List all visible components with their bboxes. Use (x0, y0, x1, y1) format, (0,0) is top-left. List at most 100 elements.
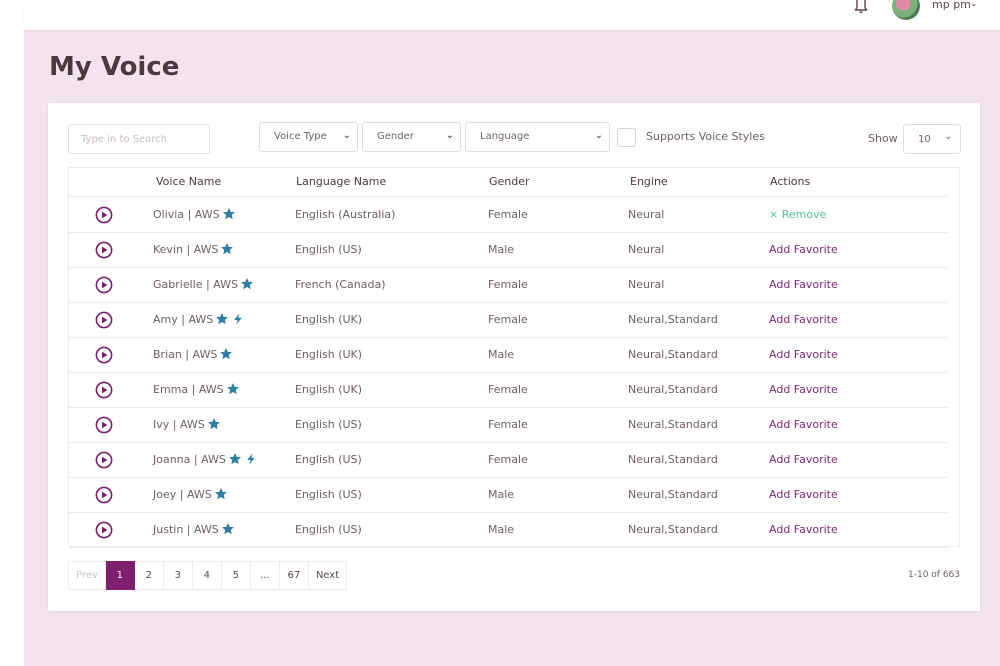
pagination: Prev 1 2 3 4 5... 67 Next (68, 561, 348, 590)
engine-cell: Neural,Standard (628, 523, 718, 536)
add-favorite-link[interactable]: Add Favorite (769, 313, 838, 326)
user-name[interactable]: mp pm (932, 0, 971, 11)
add-favorite-link[interactable]: Add Favorite (769, 348, 838, 361)
play-circle-icon[interactable] (95, 276, 113, 294)
lightning-icon (232, 313, 244, 325)
voice-name: Ivy | AWS (153, 418, 205, 431)
engine-cell: Neural,Standard (628, 488, 718, 501)
play-circle-icon[interactable] (95, 311, 113, 329)
header-engine[interactable]: Engine (630, 175, 668, 188)
lightning-icon (245, 453, 257, 465)
bell-icon[interactable] (852, 0, 870, 14)
page-2-button[interactable]: 2 (134, 561, 164, 590)
voice-name-cell: Justin | AWS (153, 523, 234, 536)
language-cell: English (US) (295, 488, 362, 501)
page-67-button[interactable]: 67 (279, 561, 309, 590)
gender-cell: Female (488, 453, 528, 466)
voice-name: Brian | AWS (153, 348, 218, 361)
language-cell: English (UK) (295, 313, 363, 326)
page-1-button[interactable]: 1 (105, 561, 135, 590)
gender-select[interactable]: Gender ⌄ (362, 122, 461, 152)
add-favorite-link[interactable]: Add Favorite (769, 383, 838, 396)
voice-name: Kevin | AWS (153, 243, 219, 256)
page-3-button[interactable]: 3 (163, 561, 193, 590)
engine-cell: Neural (628, 208, 665, 221)
add-favorite-link[interactable]: Add Favorite (769, 523, 838, 536)
play-circle-icon[interactable] (95, 241, 113, 259)
page-size-select[interactable]: 10 ⌄ (903, 124, 961, 154)
add-favorite-link[interactable]: Add Favorite (769, 243, 838, 256)
table-row: Gabrielle | AWS French (Canada) Female Neur… (69, 268, 947, 303)
voice-name-cell: Joey | AWS (153, 488, 227, 501)
star-icon (226, 383, 239, 395)
play-circle-icon[interactable] (95, 486, 113, 504)
header-actions: Actions (770, 175, 811, 188)
add-favorite-link[interactable]: Add Favorite (769, 278, 838, 291)
page-ellipsis: ... (250, 561, 280, 590)
voice-table: Voice Name Language Name Gender Engine A… (68, 167, 960, 548)
play-circle-icon[interactable] (95, 381, 113, 399)
engine-cell: Neural,Standard (628, 348, 718, 361)
voice-type-select[interactable]: Voice Type ⌄ (259, 122, 358, 152)
gender-select-value: Gender (377, 131, 414, 142)
engine-cell: Neural,Standard (628, 453, 718, 466)
page-title: My Voice (49, 52, 180, 82)
page-4-button[interactable]: 4 (192, 561, 222, 590)
top-bar: mp pm ⌄ (24, 0, 1000, 30)
chevron-down-icon[interactable]: ⌄ (970, 0, 978, 9)
voice-name-cell: Kevin | AWS (153, 243, 234, 256)
add-favorite-link[interactable]: Add Favorite (769, 488, 838, 501)
play-circle-icon[interactable] (95, 451, 113, 469)
page-size-value: 10 (918, 134, 931, 145)
add-favorite-link[interactable]: Add Favorite (769, 453, 838, 466)
page-5-button[interactable]: 5 (221, 561, 251, 590)
table-row: Brian | AWS English (UK) Male Neural,Standa… (69, 338, 947, 373)
voice-name: Joey | AWS (153, 488, 212, 501)
avatar[interactable] (892, 0, 920, 20)
engine-cell: Neural (628, 278, 665, 291)
table-row: Amy | AWS English (UK) Female Neural,Standa… (69, 303, 947, 338)
language-cell: English (Australia) (295, 208, 396, 221)
engine-cell: Neural,Standard (628, 418, 718, 431)
add-favorite-link[interactable]: Add Favorite (769, 418, 838, 431)
header-gender[interactable]: Gender (489, 175, 530, 188)
play-circle-icon[interactable] (95, 346, 113, 364)
supports-voice-styles-checkbox[interactable] (617, 128, 636, 147)
voice-name: Joanna | AWS (153, 453, 226, 466)
voice-name: Justin | AWS (153, 523, 219, 536)
gender-cell: Male (488, 348, 515, 361)
chevron-down-icon: ⌄ (342, 130, 351, 141)
gender-cell: Female (488, 208, 528, 221)
record-count: 1-10 of 663 (908, 570, 961, 580)
voice-name: Emma | AWS (153, 383, 224, 396)
play-circle-icon[interactable] (95, 521, 113, 539)
star-icon (220, 348, 233, 360)
engine-cell: Neural,Standard (628, 383, 718, 396)
search-input[interactable] (68, 124, 210, 154)
next-page-button[interactable]: Next (308, 561, 348, 590)
left-sidebar-strip (0, 0, 24, 666)
language-cell: French (Canada) (295, 278, 386, 291)
voice-type-select-value: Voice Type (274, 131, 327, 142)
table-row: Ivy | AWS English (US) Female Neural,Standa… (69, 408, 947, 443)
chevron-down-icon: ⌄ (944, 132, 952, 142)
language-select[interactable]: Language ⌄ (465, 122, 610, 152)
gender-cell: Male (488, 243, 515, 256)
gender-cell: Female (488, 383, 528, 396)
gender-cell: Male (488, 488, 515, 501)
remove-favorite-link[interactable]: × Remove (769, 208, 826, 221)
header-language-name[interactable]: Language Name (296, 175, 386, 188)
table-row: Olivia | AWS English (Australia) Female Neu… (69, 198, 947, 233)
table-row: Joanna | AWS English (US) Female Neural,Sta… (69, 443, 947, 478)
voice-name: Olivia | AWS (153, 208, 220, 221)
table-row: Justin | AWS English (US) Male Neural,Stand… (69, 513, 947, 548)
voice-name-cell: Joanna | AWS (153, 453, 257, 466)
voice-name-cell: Brian | AWS (153, 348, 233, 361)
star-icon (221, 243, 234, 255)
play-circle-icon[interactable] (95, 206, 113, 224)
header-voice-name[interactable]: Voice Name (156, 175, 221, 188)
table-row: Emma | AWS English (UK) Female Neural,Stand… (69, 373, 947, 408)
voice-name-cell: Gabrielle | AWS (153, 278, 253, 291)
prev-page-button[interactable]: Prev (68, 561, 106, 590)
play-circle-icon[interactable] (95, 416, 113, 434)
